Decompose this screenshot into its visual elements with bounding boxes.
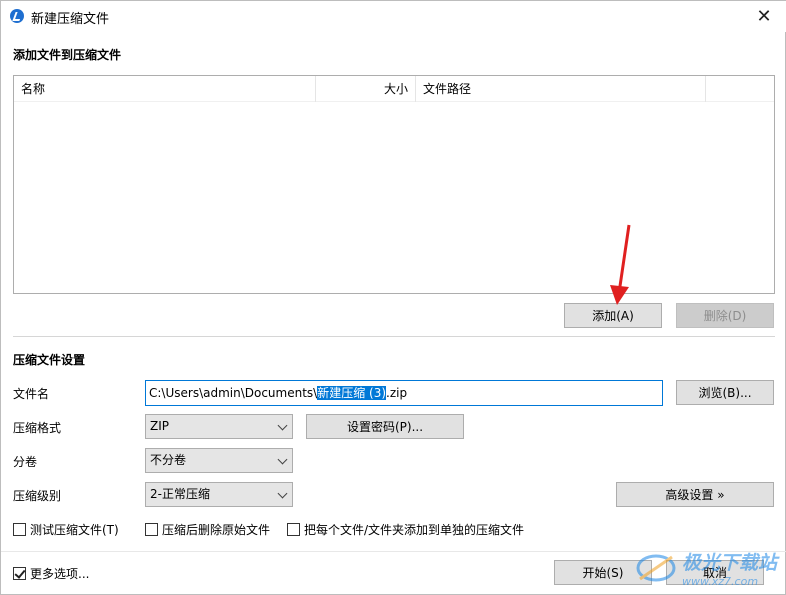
delete-button[interactable]: 删除(D)	[676, 303, 774, 328]
level-label: 压缩级别	[13, 489, 62, 503]
volume-value: 不分卷	[150, 453, 187, 467]
watermark: 极光下载站 www.xz7.com	[634, 548, 777, 588]
filename-selected-text: 新建压缩 (3)	[317, 386, 387, 400]
more-options-label: 更多选项...	[30, 567, 90, 581]
files-section-title: 添加文件到压缩文件	[13, 48, 122, 62]
delete-after-checkbox[interactable]: 压缩后删除原始文件	[145, 521, 270, 538]
close-button[interactable]: ✕	[741, 1, 786, 32]
window-title: 新建压缩文件	[31, 12, 110, 27]
checkbox-box[interactable]	[13, 523, 26, 536]
settings-section-title: 压缩文件设置	[13, 353, 86, 367]
column-header-size[interactable]: 大小	[316, 76, 416, 102]
section-divider	[13, 336, 775, 337]
more-options-checkbox[interactable]: 更多选项...	[13, 565, 89, 582]
checkbox-checked-box[interactable]	[13, 567, 26, 580]
chevron-down-icon	[277, 454, 288, 465]
format-label: 压缩格式	[13, 421, 62, 435]
advanced-settings-button[interactable]: 高级设置 »	[616, 482, 774, 507]
test-archive-checkbox[interactable]: 测试压缩文件(T)	[13, 521, 119, 538]
separate-archives-label: 把每个文件/文件夹添加到单独的压缩文件	[304, 523, 525, 537]
set-password-button[interactable]: 设置密码(P)...	[306, 414, 464, 439]
title-bar: 新建压缩文件 ✕	[1, 1, 786, 32]
checkbox-box[interactable]	[145, 523, 158, 536]
level-value: 2-正常压缩	[150, 487, 210, 501]
app-logo-icon	[10, 9, 24, 23]
volume-select[interactable]: 不分卷	[145, 448, 293, 473]
red-arrow-icon	[610, 224, 631, 305]
level-select[interactable]: 2-正常压缩	[145, 482, 293, 507]
checkbox-box[interactable]	[287, 523, 300, 536]
chevron-down-icon	[277, 488, 288, 499]
volume-label: 分卷	[13, 455, 38, 469]
filename-prefix: C:\Users\admin\Documents\	[149, 386, 318, 400]
separate-archives-checkbox[interactable]: 把每个文件/文件夹添加到单独的压缩文件	[287, 521, 524, 538]
filename-suffix: .zip	[386, 386, 408, 400]
browse-button[interactable]: 浏览(B)...	[676, 380, 774, 405]
filename-input[interactable]: C:\Users\admin\Documents\新建压缩 (3).zip	[145, 380, 663, 406]
chevron-down-icon	[277, 420, 288, 431]
test-archive-label: 测试压缩文件(T)	[30, 523, 119, 537]
format-value: ZIP	[150, 419, 169, 433]
file-list-header: 名称 大小 文件路径	[14, 76, 774, 102]
filename-label: 文件名	[13, 387, 50, 401]
column-header-path[interactable]: 文件路径	[416, 76, 706, 102]
format-select[interactable]: ZIP	[145, 414, 293, 439]
watermark-url: www.xz7.com	[681, 575, 759, 588]
file-list[interactable]: 名称 大小 文件路径	[13, 75, 775, 294]
watermark-logo-icon	[636, 554, 676, 582]
watermark-title: 极光下载站	[681, 552, 777, 574]
column-header-name[interactable]: 名称	[14, 76, 316, 102]
compress-dialog: 新建压缩文件 ✕ 添加文件到压缩文件 名称 大小 文件路径 添加(A) 删除(D…	[0, 0, 786, 595]
delete-after-label: 压缩后删除原始文件	[162, 523, 271, 537]
